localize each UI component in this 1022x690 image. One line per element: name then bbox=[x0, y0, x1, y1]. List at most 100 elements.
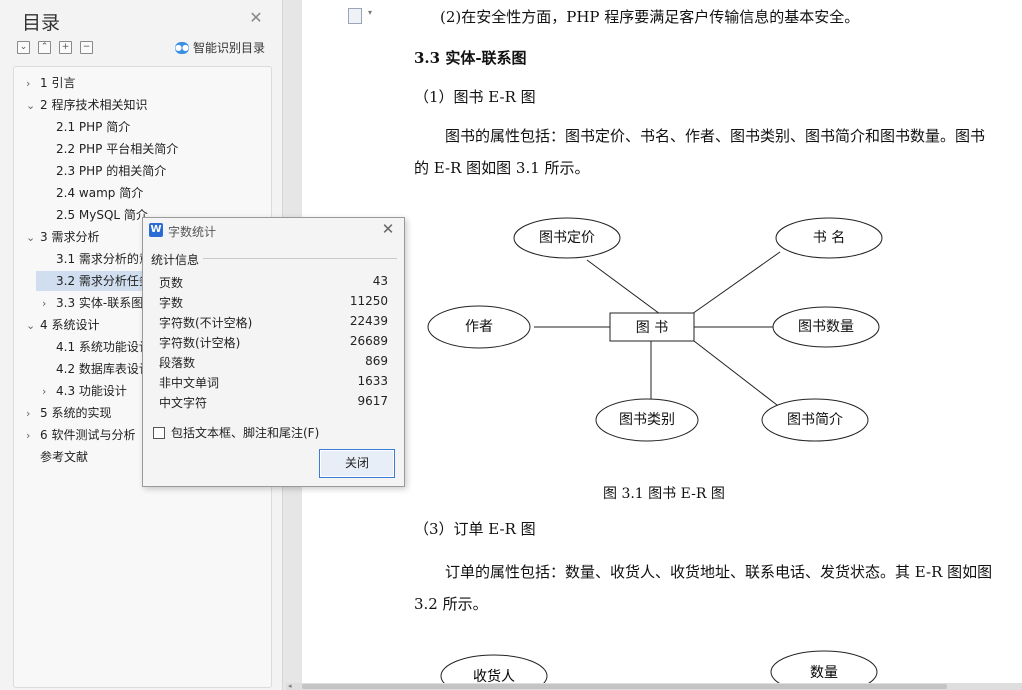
er-connector bbox=[691, 251, 781, 315]
smart-toc-button[interactable]: ●● 智能识别目录 bbox=[175, 39, 265, 56]
chevron-right-icon[interactable]: › bbox=[26, 426, 40, 446]
stat-value: 869 bbox=[365, 354, 388, 368]
toc-item[interactable]: 4.2 数据库表设计 bbox=[56, 359, 151, 379]
toc-item-label: 2 程序技术相关知识 bbox=[40, 98, 148, 112]
toc-item-label: 2.2 PHP 平台相关简介 bbox=[56, 142, 179, 156]
toc-item[interactable]: 2.2 PHP 平台相关简介 bbox=[56, 139, 178, 159]
checkbox-box[interactable] bbox=[153, 426, 165, 439]
toc-item-label: 4 系统设计 bbox=[40, 318, 100, 332]
toc-item-label: 2.4 wamp 简介 bbox=[56, 186, 144, 200]
er-attribute-label: 图书定价 bbox=[539, 230, 595, 246]
toc-item[interactable]: ⌄ 3 需求分析 bbox=[26, 227, 99, 247]
toc-item[interactable]: 2.5 MySQL 简介 bbox=[56, 205, 148, 225]
stat-label: 段落数 bbox=[159, 356, 196, 370]
stat-value: 1633 bbox=[357, 374, 388, 388]
chevron-right-icon[interactable]: › bbox=[26, 404, 40, 424]
er-connector bbox=[586, 259, 661, 315]
paragraph-line: (2)在安全性方面，PHP 程序要满足客户传输信息的基本安全。 bbox=[440, 8, 860, 26]
toc-item-label: 参考文献 bbox=[40, 450, 89, 464]
caret-down-icon[interactable]: ▾ bbox=[368, 8, 372, 17]
toc-item[interactable]: 参考文献 bbox=[40, 447, 88, 467]
stat-value: 43 bbox=[372, 274, 388, 288]
divider bbox=[203, 258, 397, 259]
er-attribute-label: 收货人 bbox=[473, 668, 515, 683]
er-entity-label: 图 书 bbox=[636, 320, 668, 336]
toc-item[interactable]: › 3.3 实体-联系图 bbox=[42, 293, 143, 313]
er-attribute-label: 数量 bbox=[810, 665, 838, 681]
toc-item[interactable]: › 5 系统的实现 bbox=[26, 403, 111, 423]
er-attribute-label: 图书简介 bbox=[787, 411, 843, 428]
toc-item-label: 3 需求分析 bbox=[40, 230, 100, 244]
toc-item-label: 2.3 PHP 的相关简介 bbox=[56, 164, 167, 178]
chevron-right-icon[interactable]: › bbox=[42, 382, 56, 402]
chevron-down-icon[interactable]: ⌄ bbox=[26, 96, 40, 116]
horizontal-scrollbar[interactable]: ◂ bbox=[286, 682, 1022, 690]
toc-item[interactable]: ⌄ 2 程序技术相关知识 bbox=[26, 95, 147, 115]
expand-all-icon[interactable]: ⌄ bbox=[17, 41, 30, 54]
toc-item[interactable]: 2.3 PHP 的相关简介 bbox=[56, 161, 166, 181]
paragraph-line: 3.2 所示。 bbox=[414, 595, 488, 613]
stat-label: 非中文单词 bbox=[159, 376, 220, 390]
stat-label: 中文字符 bbox=[159, 396, 208, 410]
paragraph-line: 订单的属性包括：数量、收货人、收货地址、联系电话、发货状态。其 E-R 图如图 bbox=[445, 563, 993, 581]
document-page[interactable]: ▾ (2)在安全性方面，PHP 程序要满足客户传输信息的基本安全。 3.3 实体… bbox=[302, 0, 1022, 683]
toc-item-label: 2.5 MySQL 简介 bbox=[56, 208, 148, 222]
toc-item-label: 4.1 系统功能设计 bbox=[56, 340, 151, 354]
toc-item[interactable]: › 6 软件测试与分析 bbox=[26, 425, 135, 445]
chevron-down-icon[interactable]: ⌄ bbox=[26, 316, 40, 336]
include-textbox-checkbox[interactable]: 包括文本框、脚注和尾注(F) bbox=[153, 424, 319, 441]
close-icon[interactable]: ✕ bbox=[248, 10, 264, 26]
toc-item-label: 4.2 数据库表设计 bbox=[56, 362, 151, 376]
close-button[interactable]: 关闭 bbox=[319, 449, 395, 478]
chevron-right-icon[interactable]: › bbox=[26, 74, 40, 94]
er-attribute-label: 书 名 bbox=[813, 230, 845, 246]
paragraph-line: 的 E-R 图如图 3.1 所示。 bbox=[414, 159, 590, 177]
toc-item[interactable]: 4.1 系统功能设计 bbox=[56, 337, 151, 357]
er-connector bbox=[693, 340, 778, 406]
robot-icon: ●● bbox=[175, 41, 189, 54]
subheading: （1）图书 E-R 图 bbox=[414, 88, 536, 106]
toc-item-label: 2.1 PHP 简介 bbox=[56, 120, 131, 134]
scrollbar-thumb[interactable] bbox=[302, 684, 947, 689]
toc-item-label: 3.2 需求分析任务 bbox=[56, 274, 151, 288]
chevron-down-icon[interactable]: ⌄ bbox=[26, 228, 40, 248]
dialog-title: 字数统计 bbox=[168, 225, 217, 239]
stat-label: 字数 bbox=[159, 296, 184, 310]
subheading: （3）订单 E-R 图 bbox=[414, 520, 536, 538]
remove-item-icon[interactable]: − bbox=[80, 41, 93, 54]
stat-value: 11250 bbox=[349, 294, 388, 308]
stat-value: 9617 bbox=[357, 394, 388, 408]
figure-caption: 图 3.1 图书 E-R 图 bbox=[603, 486, 725, 502]
toc-item[interactable]: 2.1 PHP 简介 bbox=[56, 117, 130, 137]
section-label: 统计信息 bbox=[151, 253, 200, 267]
toc-item[interactable]: ⌄ 4 系统设计 bbox=[26, 315, 99, 335]
stat-label: 字符数(不计空格) bbox=[159, 316, 253, 330]
toc-item-label: 1 引言 bbox=[40, 76, 76, 90]
er-diagram: 图 书 图书定价 书 名 作者 图书数量 图书类别 图书简介 bbox=[427, 217, 883, 442]
word-count-dialog: W 字数统计 ✕ 统计信息 页数 43 字数 11250 字符数(不计空格) 2… bbox=[142, 217, 405, 487]
stat-value: 22439 bbox=[349, 314, 388, 328]
toc-item[interactable]: › 4.3 功能设计 bbox=[42, 381, 127, 401]
section-heading: 3.3 实体-联系图 bbox=[414, 49, 527, 67]
er-attribute-label: 作者 bbox=[465, 319, 493, 335]
toc-item-label: 4.3 功能设计 bbox=[56, 384, 127, 398]
paragraph-line: 图书的属性包括：图书定价、书名、作者、图书类别、图书简介和图书数量。图书 bbox=[445, 127, 986, 145]
chevron-right-icon[interactable]: › bbox=[42, 294, 56, 314]
toc-item-label: 6 软件测试与分析 bbox=[40, 428, 136, 442]
wps-logo-icon: W bbox=[149, 223, 163, 237]
document-icon[interactable] bbox=[348, 8, 362, 24]
collapse-all-icon[interactable]: ⌃ bbox=[38, 41, 51, 54]
toc-item[interactable]: › 1 引言 bbox=[26, 73, 75, 93]
stat-label: 字符数(计空格) bbox=[159, 336, 241, 350]
er-attribute-label: 图书数量 bbox=[798, 319, 854, 335]
checkbox-label: 包括文本框、脚注和尾注(F) bbox=[171, 426, 320, 440]
smart-toc-label: 智能识别目录 bbox=[193, 41, 266, 55]
er-attribute-label: 图书类别 bbox=[619, 412, 675, 428]
scroll-left-icon[interactable]: ◂ bbox=[288, 682, 292, 690]
er-diagram-2: 收货人 数量 bbox=[440, 650, 878, 683]
toc-item-label: 3.3 实体-联系图 bbox=[56, 296, 144, 310]
toc-item[interactable]: 2.4 wamp 简介 bbox=[56, 183, 143, 203]
stat-label: 页数 bbox=[159, 276, 184, 290]
close-icon[interactable]: ✕ bbox=[381, 222, 395, 237]
add-item-icon[interactable]: + bbox=[59, 41, 72, 54]
